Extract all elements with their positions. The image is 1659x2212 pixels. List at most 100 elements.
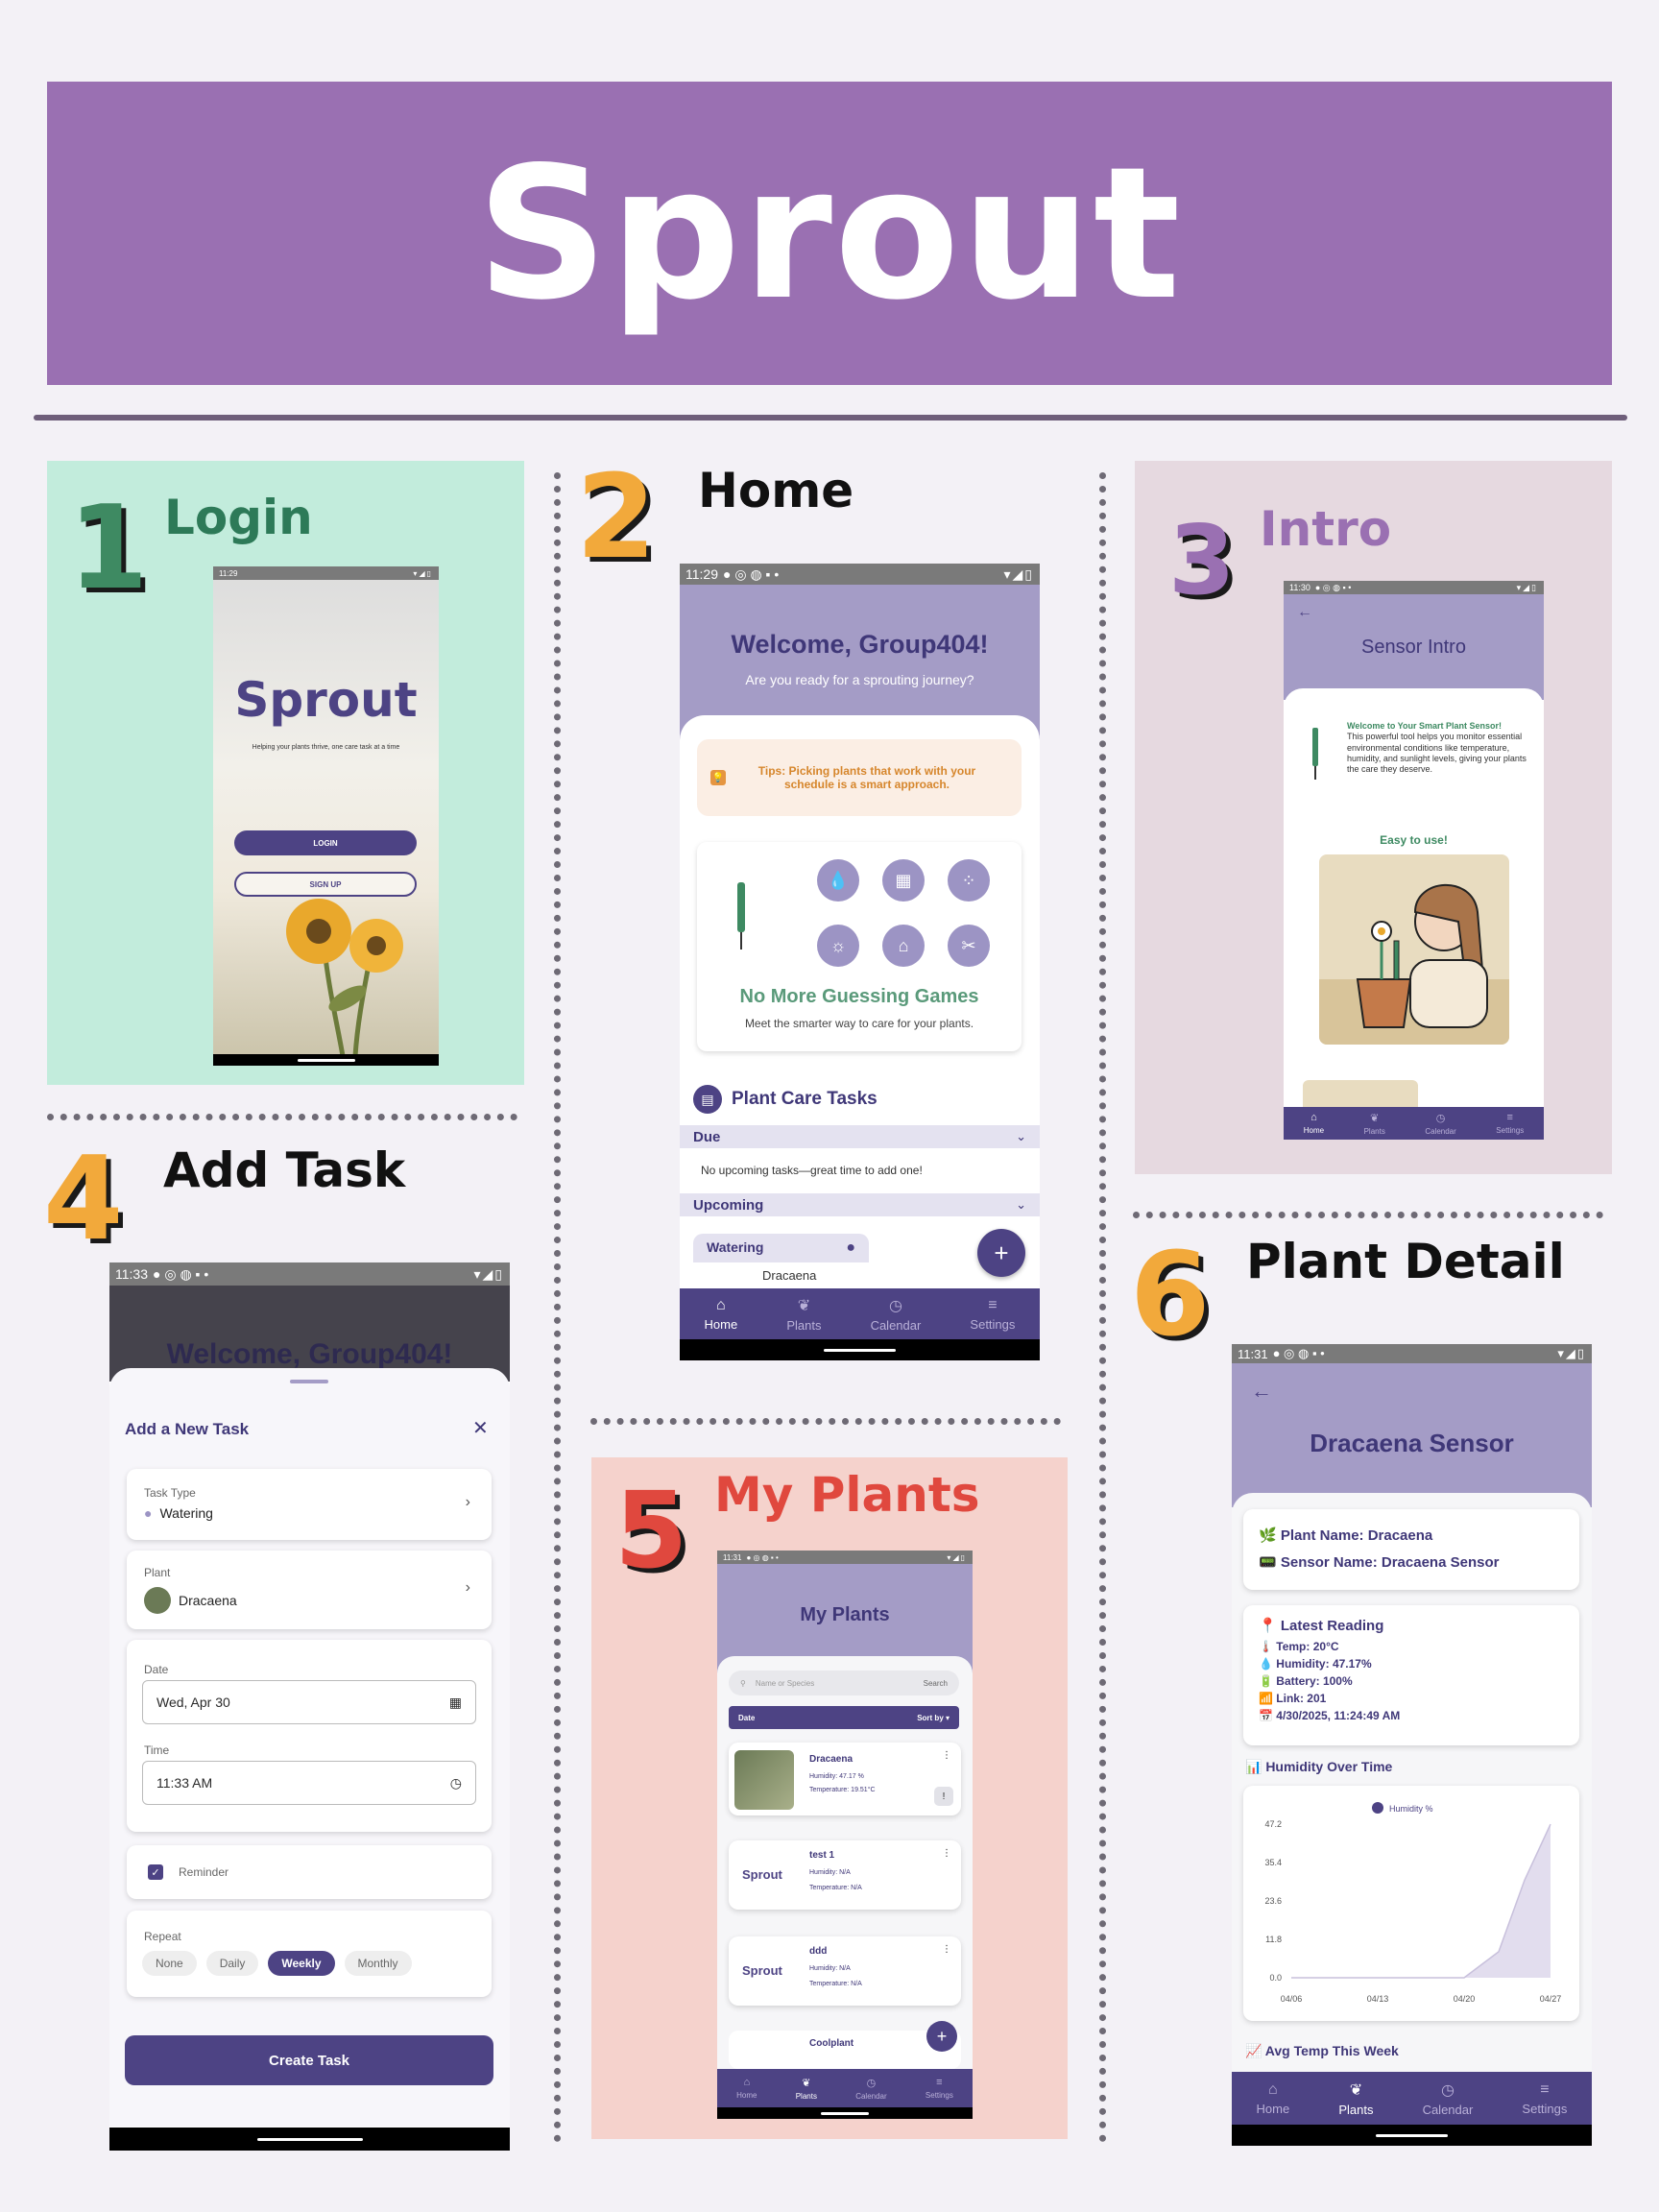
- clipboard-icon: ▤: [693, 1085, 722, 1114]
- tasks-heading: ▤ Plant Care Tasks: [693, 1085, 878, 1114]
- tab-plants[interactable]: ❦ Plants: [786, 1296, 821, 1333]
- tab-settings[interactable]: ≡ Settings: [1496, 1112, 1524, 1135]
- chevron-down-icon: ⌄: [1016, 1129, 1026, 1143]
- checkbox-checked-icon[interactable]: ✓: [148, 1864, 163, 1880]
- section-title: Intro: [1260, 501, 1392, 557]
- clock-icon: ◷: [888, 1297, 902, 1314]
- fertilizer-icon: ⁘: [948, 859, 990, 902]
- system-nav: [1232, 2125, 1592, 2146]
- repeat-daily[interactable]: Daily: [205, 1951, 259, 1976]
- tab-home[interactable]: ⌂ Home: [736, 2077, 757, 2100]
- detail-title: Dracaena Sensor: [1310, 1429, 1514, 1457]
- plant-card[interactable]: Sprout test 1 Humidity: N/A Temperature:…: [729, 1840, 961, 1910]
- banner-title: Sprout: [476, 127, 1183, 340]
- sort-dropdown[interactable]: Sort by ▾: [917, 1714, 950, 1722]
- clock-icon: ◷: [1440, 2081, 1455, 2099]
- humidity-chart-title: 📊 Humidity Over Time: [1245, 1759, 1393, 1774]
- tasks-title: Plant Care Tasks: [732, 1089, 878, 1109]
- plant-card[interactable]: Dracaena Humidity: 47.17 % Temperature: …: [729, 1743, 961, 1815]
- section-number: 6: [1130, 1229, 1211, 1362]
- status-bar: 11:31 ● ◎ ◍ ▪ • ▾◢▯: [717, 1551, 973, 1564]
- system-nav: [680, 1339, 1040, 1360]
- humidity-chart-card: Humidity % 0.0 11.8 23.6 35.4 47.2 04/06 04/13 0…: [1243, 1786, 1579, 2021]
- welcome-subtitle: Are you ready for a sprouting journey?: [745, 672, 974, 687]
- drag-handle[interactable]: [290, 1380, 328, 1383]
- section-title: Plant Detail: [1246, 1234, 1565, 1289]
- search-bar[interactable]: ⚲ Name or Species Search: [729, 1671, 959, 1695]
- intro-title: Sensor Intro: [1361, 637, 1466, 658]
- date-input[interactable]: Wed, Apr 30 ▦: [142, 1680, 476, 1724]
- chevron-down-icon: ⌄: [1016, 1197, 1026, 1212]
- repeat-monthly[interactable]: Monthly: [344, 1951, 412, 1976]
- basket-icon: ⌂: [882, 925, 925, 967]
- chevron-right-icon: ›: [465, 1579, 470, 1596]
- home-icon: ⌂: [1268, 2080, 1278, 2098]
- section-number: 5: [614, 1469, 688, 1592]
- close-icon[interactable]: ✕: [472, 1416, 489, 1440]
- plants-title: My Plants: [800, 1604, 890, 1625]
- tab-calendar[interactable]: ◷ Calendar: [1425, 1112, 1455, 1136]
- detail-phone: 11:31 ● ◎ ◍ ▪ • ▾◢▯ ← Dracaena Sensor 🌿 Pl…: [1232, 1344, 1592, 2146]
- sensor-icon: [737, 882, 745, 932]
- tab-plants[interactable]: ❦ Plants: [796, 2077, 817, 2101]
- tab-settings[interactable]: ≡ Settings: [970, 1297, 1015, 1332]
- y-tick-label: 11.8: [1265, 1935, 1282, 1944]
- tab-home[interactable]: ⌂ Home: [1257, 2081, 1290, 2116]
- search-input[interactable]: Name or Species: [756, 1679, 914, 1688]
- plant-thumbnail-logo: Sprout: [742, 1867, 782, 1882]
- tab-calendar[interactable]: ◷ Calendar: [855, 2077, 886, 2101]
- create-task-button[interactable]: Create Task: [125, 2035, 493, 2085]
- system-nav: [717, 2107, 973, 2119]
- tab-calendar[interactable]: ◷ Calendar: [871, 1296, 922, 1333]
- more-options-icon[interactable]: ⋮: [942, 1944, 951, 1955]
- promo-subtitle: Meet the smarter way to care for your pl…: [744, 1017, 974, 1030]
- repeat-weekly[interactable]: Weekly: [268, 1951, 335, 1976]
- y-tick-label: 47.2: [1264, 1819, 1282, 1829]
- tab-calendar[interactable]: ◷ Calendar: [1423, 2080, 1474, 2117]
- sort-bar[interactable]: Date Sort by ▾: [729, 1706, 959, 1729]
- home-icon: ⌂: [1310, 1112, 1317, 1123]
- add-task-fab[interactable]: +: [977, 1229, 1025, 1277]
- plant-card[interactable]: Sprout ddd Humidity: N/A Temperature: N/…: [729, 1936, 961, 2006]
- clock-icon: ◷: [1435, 1112, 1446, 1124]
- reminder-row[interactable]: ✓ Reminder: [127, 1845, 492, 1899]
- water-drop-icon: ●: [144, 1505, 153, 1521]
- intro-header: ← Sensor Intro: [1284, 594, 1544, 700]
- tab-settings[interactable]: ≡ Settings: [1522, 2081, 1567, 2116]
- add-plant-fab[interactable]: +: [926, 2021, 957, 2052]
- time-input[interactable]: 11:33 AM ◷: [142, 1761, 476, 1805]
- repeat-none[interactable]: None: [142, 1951, 197, 1976]
- section-number: 3: [1168, 504, 1236, 616]
- date-time-card: Date Wed, Apr 30 ▦ Time 11:33 AM ◷: [127, 1640, 492, 1832]
- more-options-icon[interactable]: ⋮: [942, 1848, 951, 1859]
- sheet-title: Add a New Task: [125, 1420, 250, 1438]
- intro-illustration: [1319, 854, 1509, 1045]
- tab-plants[interactable]: ❦ Plants: [1338, 2080, 1373, 2117]
- tip-text: Tips: Picking plants that work with your…: [757, 764, 976, 791]
- back-arrow-icon[interactable]: ←: [1297, 604, 1312, 621]
- tab-settings[interactable]: ≡ Settings: [926, 2077, 953, 2100]
- tab-plants[interactable]: ❦ Plants: [1364, 1112, 1385, 1136]
- detail-header: ← Dracaena Sensor: [1232, 1363, 1592, 1507]
- scissors-icon: ✂: [948, 925, 990, 967]
- login-button[interactable]: LOGIN: [234, 830, 417, 855]
- bottom-tab-bar: ⌂ Home ❦ Plants ◷ Calendar ≡ Settings: [1284, 1107, 1544, 1140]
- alert-icon[interactable]: !: [934, 1787, 953, 1806]
- x-tick-label: 04/27: [1540, 1994, 1562, 2004]
- more-options-icon[interactable]: ⋮: [942, 1750, 951, 1761]
- y-tick-label: 35.4: [1264, 1858, 1282, 1867]
- due-section-header[interactable]: Due ⌄: [680, 1125, 1040, 1148]
- repeat-options: None Daily Weekly Monthly: [142, 1951, 412, 1976]
- plant-field[interactable]: Plant Dracaena ›: [127, 1551, 492, 1629]
- login-phone: 11:29 ▾◢▯ Sprout Helping your plants thri…: [213, 566, 439, 1066]
- back-arrow-icon[interactable]: ←: [1251, 1379, 1272, 1404]
- search-button[interactable]: Search: [924, 1679, 948, 1688]
- tab-home[interactable]: ⌂ Home: [1304, 1112, 1324, 1135]
- tab-home[interactable]: ⌂ Home: [705, 1297, 738, 1332]
- divider-right: [1099, 472, 1106, 2143]
- menu-icon: ≡: [988, 1296, 998, 1313]
- promo-card: 💧 ▦ ⁘ ☼ ⌂ ✂ No More Guessing Games Meet …: [697, 842, 1022, 1051]
- task-type-field[interactable]: Task Type ● Watering ›: [127, 1469, 492, 1540]
- y-tick-label: 0.0: [1269, 1973, 1282, 1983]
- upcoming-section-header[interactable]: Upcoming ⌄: [680, 1193, 1040, 1216]
